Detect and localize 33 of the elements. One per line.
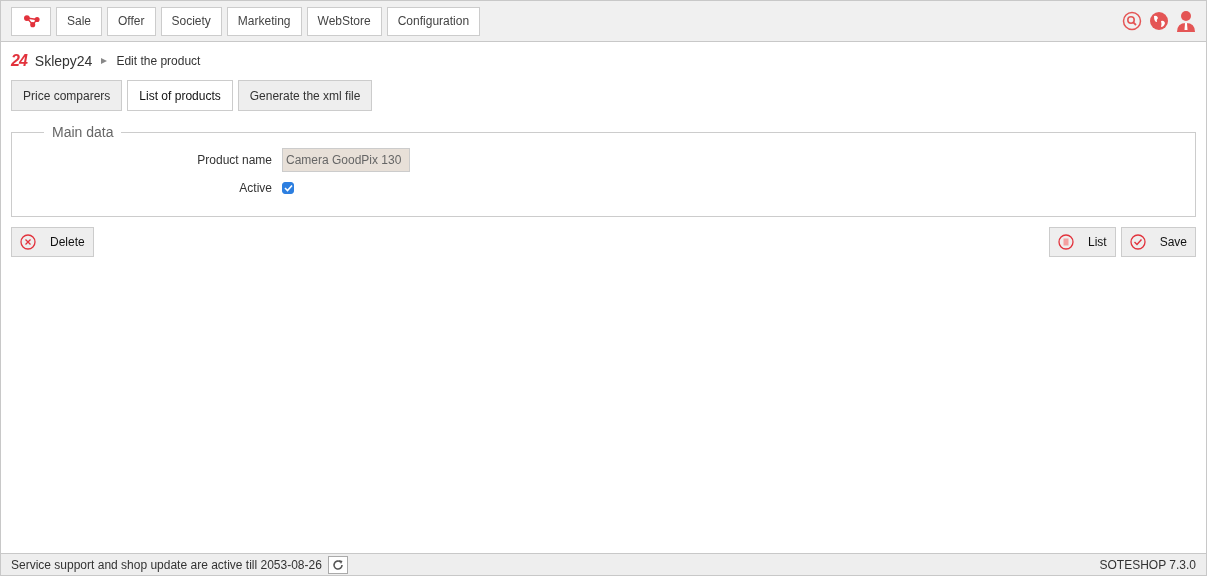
field-label: Product name: [196, 153, 272, 167]
arrow-icon: [100, 57, 109, 65]
save-button[interactable]: Save: [1120, 227, 1196, 257]
document-icon: [1057, 234, 1074, 250]
list-button[interactable]: List: [1048, 227, 1116, 257]
version-label: SOTESHOP 7.3.0: [1099, 557, 1196, 572]
search-icon[interactable]: [1122, 11, 1142, 31]
menu-button[interactable]: Configuration: [386, 6, 481, 36]
delete-button[interactable]: Delete: [11, 227, 94, 257]
refresh-icon: [331, 558, 344, 571]
home-button[interactable]: [11, 6, 51, 36]
tab[interactable]: Price comparers: [11, 80, 123, 111]
shop-link[interactable]: Sklepy24: [34, 53, 93, 69]
menu-button[interactable]: Marketing: [226, 6, 302, 36]
tab[interactable]: List of products: [127, 80, 233, 111]
tab[interactable]: Generate the xml file: [237, 80, 373, 111]
globe-icon[interactable]: [1149, 11, 1169, 31]
field-label: Active: [238, 181, 272, 195]
check-icon: [1129, 234, 1146, 250]
logo: 24: [11, 52, 27, 70]
support-notice: Service support and shop update are active till 2053-08-26: [11, 557, 322, 572]
refresh-button[interactable]: [327, 555, 348, 574]
legend: Main data: [44, 124, 122, 140]
close-icon: [20, 234, 36, 250]
user-icon[interactable]: [1176, 10, 1196, 32]
active-checkbox[interactable]: [282, 182, 294, 194]
menu-button[interactable]: Sale: [56, 6, 103, 36]
network-icon: [24, 13, 40, 29]
product-name-field[interactable]: Camera GoodPix 130: [282, 148, 410, 172]
menu-button[interactable]: WebStore: [306, 6, 382, 36]
menu-button[interactable]: Society: [160, 6, 222, 36]
menu-button[interactable]: Offer: [107, 6, 156, 36]
page-title: Edit the product: [116, 54, 201, 68]
